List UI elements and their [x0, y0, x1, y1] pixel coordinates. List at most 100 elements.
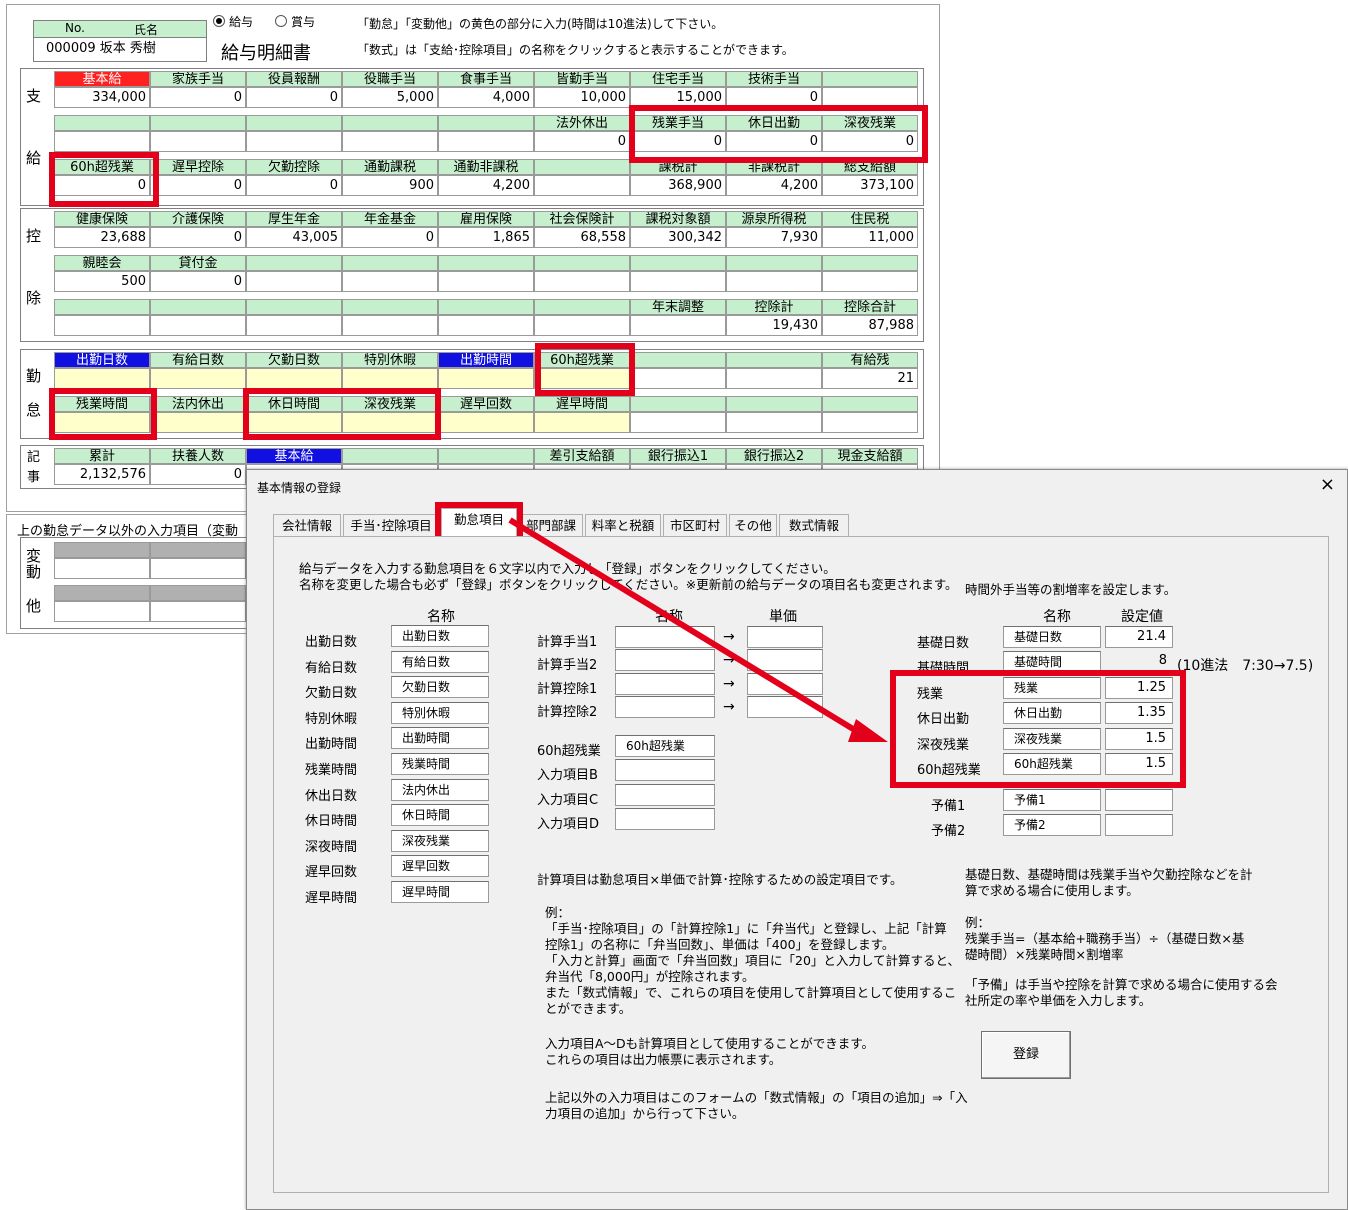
- pay-label-cell[interactable]: 遅早控除: [150, 159, 246, 175]
- var-value-cell[interactable]: [54, 558, 150, 579]
- att-item-field[interactable]: 法内休出: [391, 778, 489, 801]
- deduct-label-cell[interactable]: 厚生年金: [246, 211, 342, 227]
- pay-value-cell[interactable]: 334,000: [54, 87, 150, 108]
- deduct-label-cell[interactable]: [534, 255, 630, 271]
- deduct-value-cell[interactable]: 0: [150, 271, 246, 292]
- pay-label-cell[interactable]: [822, 71, 918, 87]
- var-value-cell[interactable]: [150, 601, 246, 622]
- deduct-value-cell[interactable]: 87,988: [822, 315, 918, 336]
- rec-value-cell[interactable]: 2,132,576: [54, 464, 150, 485]
- deduct-label-cell[interactable]: 源泉所得税: [726, 211, 822, 227]
- pay-value-cell[interactable]: [150, 131, 246, 152]
- att-item-field[interactable]: 残業時間: [391, 753, 489, 775]
- deduct-label-cell[interactable]: [246, 299, 342, 315]
- att-label-cell[interactable]: 法内休出: [150, 396, 246, 412]
- deduct-label-cell[interactable]: 控除合計: [822, 299, 918, 315]
- att-label-cell[interactable]: [630, 396, 726, 412]
- deduct-value-cell[interactable]: [246, 271, 342, 292]
- att-label-cell[interactable]: 遅早時間: [534, 396, 630, 412]
- radio-bonus[interactable]: 賞与: [275, 13, 315, 30]
- rate-value-field[interactable]: [1105, 814, 1173, 836]
- pay-value-cell[interactable]: 4,200: [438, 175, 534, 196]
- calc-name-field[interactable]: [615, 626, 715, 648]
- calc-name-field[interactable]: [615, 649, 715, 672]
- att-label-cell[interactable]: [630, 352, 726, 368]
- pay-value-cell[interactable]: 368,900: [630, 175, 726, 196]
- calc-name-field[interactable]: [615, 672, 715, 695]
- pay-label-cell[interactable]: 通勤非課税: [438, 159, 534, 175]
- att-item-field[interactable]: 深夜残業: [391, 829, 489, 852]
- pay-value-cell[interactable]: 4,200: [726, 175, 822, 196]
- deduct-label-cell[interactable]: 課税対象額: [630, 211, 726, 227]
- rate-value-field[interactable]: 21.4: [1105, 626, 1173, 648]
- att-label-cell[interactable]: 有給残: [822, 352, 918, 368]
- pay-value-cell[interactable]: 0: [150, 175, 246, 196]
- rec-label-cell[interactable]: [342, 448, 438, 464]
- deduct-label-cell[interactable]: [438, 255, 534, 271]
- tab-formula[interactable]: 数式情報: [779, 514, 849, 536]
- pay-label-cell[interactable]: 住宅手当: [630, 71, 726, 87]
- pay-label-cell[interactable]: 技術手当: [726, 71, 822, 87]
- deduct-label-cell[interactable]: 介護保険: [150, 211, 246, 227]
- rec-label-cell[interactable]: 銀行振込2: [726, 448, 822, 464]
- deduct-label-cell[interactable]: 健康保険: [54, 211, 150, 227]
- att-label-cell[interactable]: 特別休暇: [342, 352, 438, 368]
- pay-label-cell[interactable]: [438, 115, 534, 131]
- att-value-cell[interactable]: [150, 368, 246, 389]
- deduct-value-cell[interactable]: [150, 315, 246, 336]
- var-value-cell[interactable]: [54, 601, 150, 622]
- deduct-label-cell[interactable]: [438, 299, 534, 315]
- deduct-value-cell[interactable]: 19,430: [726, 315, 822, 336]
- deduct-value-cell[interactable]: [246, 315, 342, 336]
- att-item-field[interactable]: 特別休暇: [391, 701, 489, 724]
- deduct-value-cell[interactable]: 1,865: [438, 227, 534, 248]
- input-item-field[interactable]: [615, 759, 715, 782]
- tab-other[interactable]: その他: [729, 514, 777, 536]
- pay-value-cell[interactable]: 0: [246, 87, 342, 108]
- att-label-cell[interactable]: 遅早回数: [438, 396, 534, 412]
- att-item-field[interactable]: 遅早回数: [391, 855, 489, 878]
- deduct-value-cell[interactable]: 23,688: [54, 227, 150, 248]
- tab-municipality[interactable]: 市区町村: [663, 514, 727, 536]
- rec-label-cell[interactable]: [438, 448, 534, 464]
- rate-name-field[interactable]: 基礎日数: [1003, 626, 1101, 648]
- att-item-field[interactable]: 出勤時間: [391, 727, 489, 750]
- rec-label-cell[interactable]: 累計: [54, 448, 150, 464]
- pay-label-cell[interactable]: [246, 115, 342, 131]
- deduct-label-cell[interactable]: [726, 255, 822, 271]
- deduct-label-cell[interactable]: [630, 255, 726, 271]
- att-value-cell[interactable]: [438, 368, 534, 389]
- deduct-label-cell[interactable]: 親睦会: [54, 255, 150, 271]
- deduct-value-cell[interactable]: [342, 271, 438, 292]
- rate-value-field[interactable]: [1105, 789, 1173, 811]
- calc-price-field[interactable]: [747, 626, 823, 648]
- tab-company[interactable]: 会社情報: [273, 514, 341, 536]
- tab-allowance[interactable]: 手当･控除項目: [343, 514, 439, 536]
- deduct-label-cell[interactable]: 控除計: [726, 299, 822, 315]
- input-item-field[interactable]: [615, 808, 715, 831]
- pay-label-cell[interactable]: 欠勤控除: [246, 159, 342, 175]
- rate-name-field[interactable]: 予備2: [1003, 814, 1101, 836]
- att-value-cell[interactable]: [438, 412, 534, 433]
- deduct-value-cell[interactable]: [822, 271, 918, 292]
- deduct-label-cell[interactable]: 社会保険計: [534, 211, 630, 227]
- att-label-cell[interactable]: 有給日数: [150, 352, 246, 368]
- pay-label-cell[interactable]: [150, 115, 246, 131]
- deduct-label-cell[interactable]: [342, 299, 438, 315]
- calc-name-field[interactable]: [615, 696, 715, 719]
- att-item-field[interactable]: 遅早時間: [391, 881, 489, 903]
- rec-label-cell[interactable]: 差引支給額: [534, 448, 630, 464]
- pay-label-cell[interactable]: 食事手当: [438, 71, 534, 87]
- att-label-cell[interactable]: 出勤時間: [438, 352, 534, 368]
- deduct-label-cell[interactable]: [54, 299, 150, 315]
- deduct-value-cell[interactable]: [438, 315, 534, 336]
- pay-value-cell[interactable]: [342, 131, 438, 152]
- att-value-cell[interactable]: [630, 368, 726, 389]
- pay-label-cell[interactable]: 役職手当: [342, 71, 438, 87]
- deduct-value-cell[interactable]: 43,005: [246, 227, 342, 248]
- pay-value-cell[interactable]: 5,000: [342, 87, 438, 108]
- pay-value-cell[interactable]: 0: [150, 87, 246, 108]
- att-value-cell[interactable]: [726, 368, 822, 389]
- pay-label-cell[interactable]: [534, 159, 630, 175]
- calc-price-field[interactable]: [747, 649, 823, 672]
